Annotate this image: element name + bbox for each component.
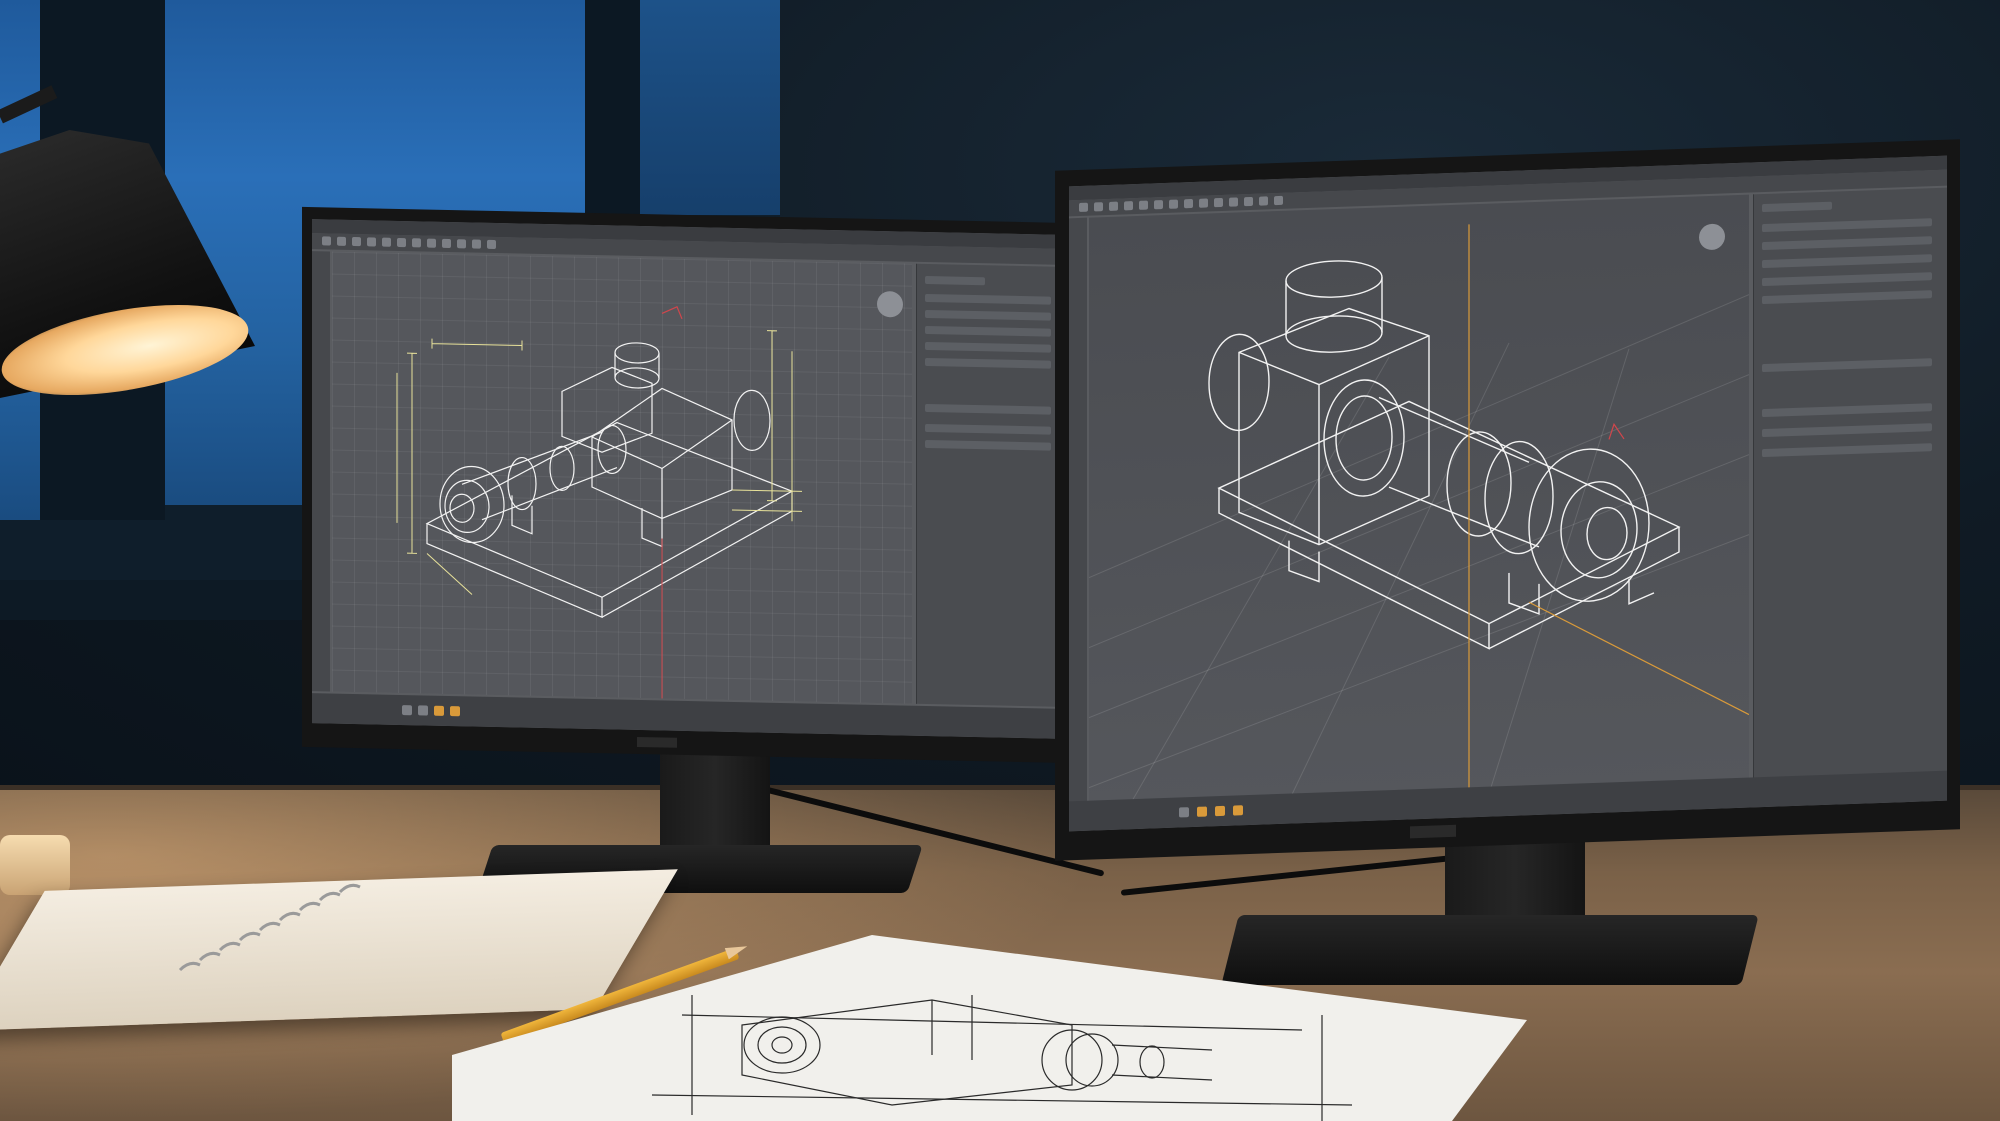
- property-row[interactable]: [1762, 290, 1932, 305]
- status-icon[interactable]: [1179, 807, 1189, 818]
- desk-scene: [0, 0, 2000, 1121]
- cad-left-toolstrip[interactable]: [312, 251, 330, 692]
- pump-wireframe-isometric: [396, 305, 802, 699]
- lamp-base: [0, 835, 70, 895]
- toolbar-icon[interactable]: [472, 239, 481, 249]
- status-icon[interactable]: [418, 705, 428, 716]
- panel-header: [1762, 201, 1832, 213]
- monitor-brand-logo: [637, 736, 677, 748]
- property-row[interactable]: [1762, 443, 1932, 458]
- monitor-left: [302, 206, 1072, 764]
- toolbar-icon[interactable]: [1094, 202, 1103, 212]
- property-row[interactable]: [925, 357, 1051, 369]
- toolbar-icon[interactable]: [367, 237, 376, 247]
- panel-header: [925, 275, 985, 286]
- status-icon[interactable]: [402, 705, 412, 716]
- toolbar-icon[interactable]: [337, 236, 346, 246]
- toolbar-icon[interactable]: [487, 239, 496, 249]
- status-icon[interactable]: [1233, 805, 1243, 816]
- toolbar-icon[interactable]: [427, 238, 436, 248]
- toolbar-icon[interactable]: [1214, 197, 1223, 208]
- toolbar-icon[interactable]: [1229, 197, 1238, 207]
- properties-panel[interactable]: [916, 263, 1062, 707]
- toolbar-icon[interactable]: [412, 238, 421, 248]
- property-row[interactable]: [1762, 218, 1932, 233]
- toolbar-icon[interactable]: [1274, 195, 1283, 206]
- property-row[interactable]: [925, 293, 1051, 305]
- cad-viewport[interactable]: [332, 251, 912, 704]
- toolbar-icon[interactable]: [1184, 198, 1193, 209]
- property-row[interactable]: [925, 403, 1051, 415]
- toolbar-icon[interactable]: [1109, 201, 1118, 211]
- monitor-stand-left: [660, 740, 770, 860]
- toolbar-icon[interactable]: [1139, 200, 1148, 210]
- nav-cube-icon[interactable]: [877, 290, 903, 318]
- property-row[interactable]: [925, 341, 1051, 353]
- notebook-spiral-icon: [178, 883, 361, 972]
- property-row[interactable]: [1762, 254, 1932, 269]
- printed-technical-drawing: [452, 935, 1527, 1121]
- property-row[interactable]: [925, 325, 1051, 337]
- toolbar-icon[interactable]: [382, 237, 391, 247]
- toolbar-icon[interactable]: [1079, 202, 1088, 212]
- property-row[interactable]: [925, 309, 1051, 321]
- toolbar-icon[interactable]: [457, 239, 466, 249]
- toolbar-icon[interactable]: [1154, 200, 1163, 210]
- property-row[interactable]: [925, 439, 1051, 451]
- window-pane-right: [640, 0, 780, 215]
- cad-viewport[interactable]: [1089, 194, 1749, 808]
- status-icon[interactable]: [434, 705, 444, 716]
- property-row[interactable]: [1762, 423, 1932, 438]
- toolbar-icon[interactable]: [1259, 196, 1268, 206]
- toolbar-icon[interactable]: [322, 236, 331, 246]
- toolbar-icon[interactable]: [1124, 201, 1133, 211]
- monitor-left-screen: [312, 219, 1062, 739]
- status-icon[interactable]: [1197, 806, 1207, 817]
- property-row[interactable]: [1762, 403, 1932, 418]
- property-row[interactable]: [925, 423, 1051, 435]
- property-row[interactable]: [1762, 358, 1932, 373]
- status-icon[interactable]: [1215, 805, 1225, 817]
- monitor-right-screen: [1069, 155, 1947, 832]
- status-icon[interactable]: [450, 706, 460, 717]
- toolbar-icon[interactable]: [1199, 198, 1208, 208]
- toolbar-icon[interactable]: [442, 238, 451, 249]
- properties-panel[interactable]: [1753, 187, 1947, 785]
- property-row[interactable]: [1762, 236, 1932, 251]
- toolbar-icon[interactable]: [1244, 196, 1253, 207]
- monitor-right: [1055, 139, 1960, 861]
- toolbar-icon[interactable]: [397, 237, 406, 248]
- toolbar-icon[interactable]: [1169, 199, 1178, 209]
- monitor-brand-logo: [1410, 824, 1456, 839]
- cad-left-toolstrip[interactable]: [1069, 217, 1087, 809]
- property-row[interactable]: [1762, 272, 1932, 287]
- pump-wireframe-perspective: [1089, 224, 1749, 807]
- toolbar-icon[interactable]: [352, 236, 361, 247]
